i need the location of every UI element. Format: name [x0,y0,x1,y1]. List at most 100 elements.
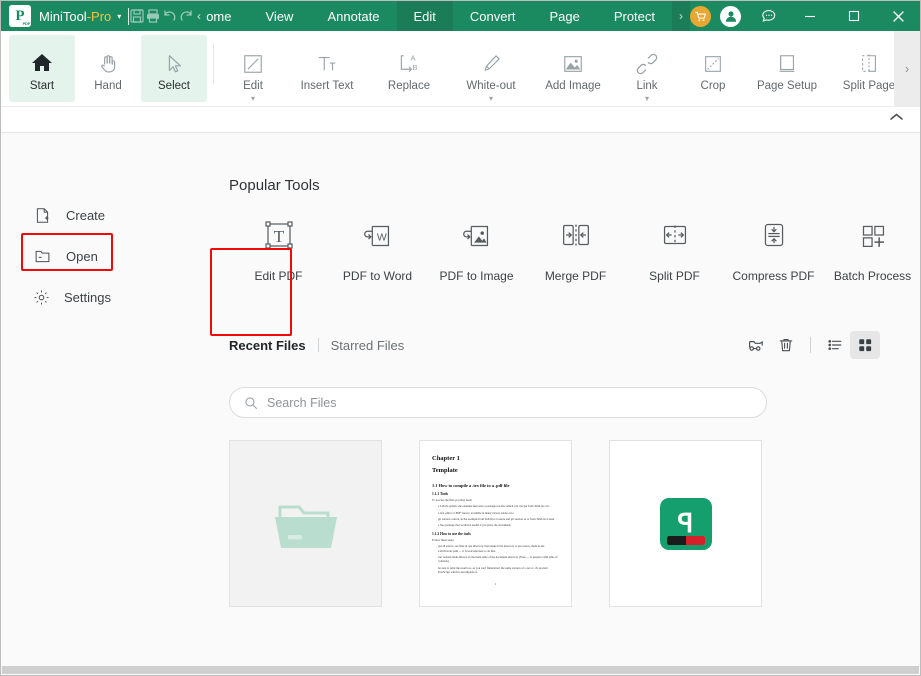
sidebar-item-create[interactable]: Create [23,197,111,233]
ribbon-start[interactable]: Start [9,35,75,102]
ribbon-page-setup[interactable]: Page Setup [746,35,828,102]
annotation-box-open [21,233,113,271]
tool-split-pdf[interactable]: Split PDF [625,212,724,283]
ribbon-add-image[interactable]: Add Image [532,35,614,102]
search-input[interactable]: Search Files [267,396,336,410]
minimize-button[interactable] [788,1,832,31]
tabs-prev-arrow[interactable]: ‹ [195,1,203,31]
app-title: MiniTool-Pro [39,9,111,24]
file-card-document[interactable]: Chapter 1 Template 1.1 How to compile a … [419,440,572,607]
ribbon-hand[interactable]: Hand [75,35,141,102]
cursor-icon [163,45,185,75]
ribbon-overflow-arrow[interactable]: › [894,31,920,106]
svg-text:A: A [410,54,416,63]
pdf-to-word-icon: W [355,212,401,258]
tab-annotate[interactable]: Annotate [310,1,396,31]
maximize-button[interactable] [832,1,876,31]
doc-bullet: a free package that would be useful if y… [438,523,511,528]
svg-text:B: B [412,63,417,72]
page-setup-icon [776,45,798,75]
logo-sub-label: PDF [22,21,31,26]
ribbon-link[interactable]: Link ▾ [614,35,680,103]
tab-page[interactable]: Page [532,1,596,31]
compress-pdf-icon [751,212,797,258]
save-icon[interactable] [129,1,145,31]
tool-batch-process-label: Batch Process [833,269,912,283]
tab-recent-files[interactable]: Recent Files [229,338,306,353]
tab-convert[interactable]: Convert [453,1,533,31]
split-page-icon [858,45,880,75]
tool-merge-pdf[interactable]: Merge PDF [526,212,625,283]
tab-view[interactable]: View [249,1,311,31]
title-bar: P PDF MiniTool-Pro ▾ ‹ ome View Annotate… [1,1,920,31]
undo-icon[interactable] [161,1,178,31]
pdf-to-image-icon [454,212,500,258]
search-files-bar[interactable]: Search Files [229,387,767,418]
hand-icon [97,45,120,75]
green-app-icon: ꟼ [659,497,712,550]
horizontal-scrollbar[interactable] [2,666,919,674]
title-dropdown-caret-icon[interactable]: ▾ [117,12,121,21]
collapse-ribbon-chevron-icon[interactable] [889,111,904,125]
document-thumbnail: Chapter 1 Template 1.1 How to compile a … [432,455,559,586]
batch-process-icon [850,212,896,258]
ribbon-toolbar: Start Hand Select Edit ▾ Insert Text A B… [1,31,920,107]
merge-pdf-icon [553,212,599,258]
recent-files-header: Recent Files Starred Files [229,331,920,359]
tabs-next-arrow[interactable]: › [672,1,690,31]
tab-protect[interactable]: Protect [597,1,672,31]
doc-subsection-2: 1.1.2 How to use the tools [432,531,471,536]
ribbon-insert-text[interactable]: Insert Text [286,35,368,102]
print-icon[interactable] [145,1,161,31]
open-file-location-icon[interactable] [741,331,771,359]
app-icon-glyph: ꟼ [677,508,694,538]
tab-edit[interactable]: Edit [396,1,453,31]
split-pdf-icon [652,212,698,258]
ribbon-page-setup-label: Page Setup [756,80,818,92]
tool-pdf-to-image-label: PDF to Image [439,269,514,283]
ribbon-edit[interactable]: Edit ▾ [220,35,286,103]
delete-icon[interactable] [771,331,801,359]
ribbon-split-page[interactable]: Split Page [828,35,894,102]
chevron-down-icon[interactable]: ▾ [645,95,649,103]
doc-intro: To process the files you may need: [432,498,473,502]
sidebar-item-settings[interactable]: Settings [23,279,111,315]
list-view-icon[interactable] [820,331,850,359]
recent-starred-divider [317,338,319,352]
minitool-pdf-window: P PDF MiniTool-Pro ▾ ‹ ome View Annotate… [0,0,921,676]
tool-merge-pdf-label: Merge PDF [544,269,607,283]
app-logo-icon: P PDF [9,5,31,27]
chat-bubble-icon[interactable] [750,1,788,31]
file-card-folder[interactable] [229,440,382,607]
doc-bullet: a text editor or PDF viewer, available i… [438,510,514,515]
tool-split-pdf-label: Split PDF [649,269,700,283]
grid-view-icon[interactable] [850,331,880,359]
ribbon-crop-label: Crop [700,80,726,92]
ribbon-select[interactable]: Select [141,35,207,102]
tool-pdf-to-word[interactable]: W PDF to Word [328,212,427,283]
file-card-appicon[interactable]: ꟼ [609,440,762,607]
edit-square-icon [242,45,264,75]
user-account-icon[interactable] [720,5,741,27]
main-body: Create Open Settings Popular Tools T Edi… [1,133,920,675]
redo-icon[interactable] [178,1,195,31]
ribbon-white-out[interactable]: White-out ▾ [450,35,532,103]
shopping-cart-icon[interactable] [690,5,711,27]
popular-tools-title: Popular Tools [229,177,320,194]
tool-compress-pdf[interactable]: Compress PDF [724,212,823,283]
new-file-icon [31,207,53,224]
scrollbar-thumb[interactable] [2,666,919,674]
ribbon-replace[interactable]: A B Replace [368,35,450,102]
tool-pdf-to-image[interactable]: PDF to Image [427,212,526,283]
tab-home[interactable]: ome [203,1,248,31]
crop-icon [702,45,724,75]
doc-chapter: Chapter 1 [432,455,460,462]
tool-batch-process[interactable]: Batch Process [823,212,920,283]
ribbon-select-label: Select [158,80,190,92]
close-button[interactable] [876,1,920,31]
chevron-down-icon[interactable]: ▾ [489,95,493,103]
app-title-main: MiniTool [39,8,87,24]
chevron-down-icon[interactable]: ▾ [251,95,255,103]
tab-starred-files[interactable]: Starred Files [331,338,405,353]
ribbon-crop[interactable]: Crop [680,35,746,102]
